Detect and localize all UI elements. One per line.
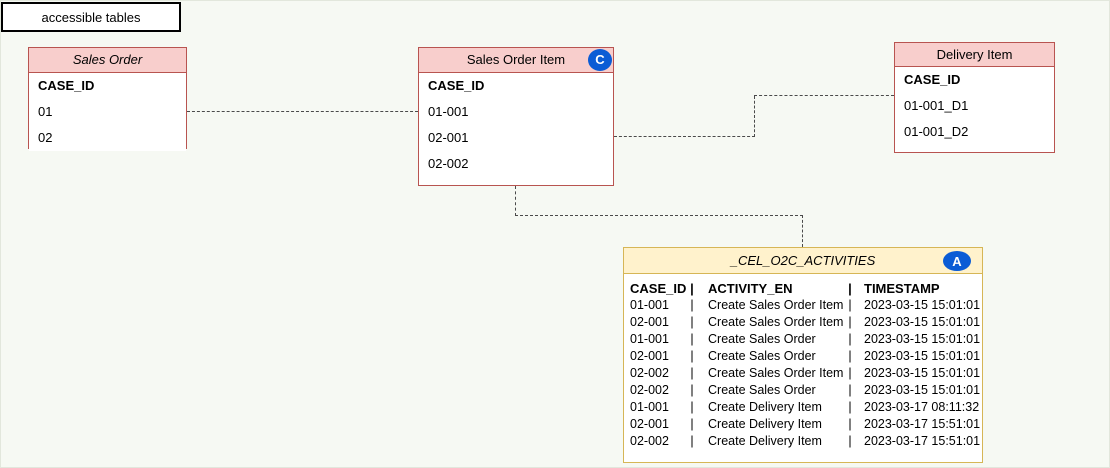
connector-salesorderitem-to-deliveryitem-seg2[interactable]	[754, 96, 755, 137]
connector-salesorderitem-to-deliveryitem-seg1[interactable]	[614, 136, 755, 137]
table-activities-title: _CEL_O2C_ACTIVITIES	[731, 253, 876, 268]
timestamp-cell: 2023-03-17 08:11:32	[854, 399, 979, 416]
accessible-tables-label-text: accessible tables	[42, 10, 141, 25]
activity-row: 02-002 | Create Sales Order Item | 2023-…	[630, 365, 982, 382]
pipe-separator: |	[846, 280, 854, 297]
table-row: 01	[29, 99, 186, 125]
activity-cell: Create Sales Order	[696, 331, 846, 348]
activities-column-header-row: CASE_ID | ACTIVITY_EN | TIMESTAMP	[630, 280, 982, 297]
table-sales-order-body: CASE_ID 01 02	[29, 73, 186, 151]
activity-row: 02-001 | Create Delivery Item | 2023-03-…	[630, 416, 982, 433]
diagram-canvas: accessible tables Sales Order CASE_ID 01…	[0, 0, 1110, 468]
table-sales-order-item[interactable]: Sales Order Item C CASE_ID 01-001 02-001…	[418, 47, 614, 186]
activity-row: 02-002 | Create Delivery Item | 2023-03-…	[630, 433, 982, 450]
activity-cell: Create Delivery Item	[696, 416, 846, 433]
connector-salesorderitem-to-deliveryitem-seg3[interactable]	[754, 95, 894, 96]
activity-cell: Create Delivery Item	[696, 433, 846, 450]
pipe-separator: |	[846, 433, 854, 450]
table-row: 01-001_D1	[895, 93, 1054, 119]
table-row: 02	[29, 125, 186, 151]
case-id-cell: 02-002	[630, 433, 688, 450]
table-delivery-item-title: Delivery Item	[895, 43, 1054, 67]
case-id-cell: 01-001	[630, 399, 688, 416]
column-header-case-id: CASE_ID	[419, 73, 613, 99]
accessible-tables-label[interactable]: accessible tables	[1, 2, 181, 32]
table-delivery-item-body: CASE_ID 01-001_D1 01-001_D2	[895, 67, 1054, 152]
activity-cell: Create Sales Order Item	[696, 314, 846, 331]
timestamp-cell: 2023-03-15 15:01:01	[854, 297, 980, 314]
connector-salesorderitem-to-activities-seg1[interactable]	[515, 186, 516, 216]
table-activities-body: CASE_ID | ACTIVITY_EN | TIMESTAMP 01-001…	[624, 274, 982, 450]
timestamp-cell: 2023-03-17 15:51:01	[854, 416, 980, 433]
pipe-separator: |	[846, 348, 854, 365]
pipe-separator: |	[688, 331, 696, 348]
column-header-timestamp: TIMESTAMP	[854, 280, 940, 297]
connector-salesorderitem-to-activities-seg3[interactable]	[802, 215, 803, 247]
pipe-separator: |	[688, 314, 696, 331]
case-id-cell: 02-001	[630, 314, 688, 331]
timestamp-cell: 2023-03-15 15:01:01	[854, 314, 980, 331]
activity-table-badge[interactable]: A	[943, 251, 971, 271]
table-row: 02-002	[419, 151, 613, 177]
column-header-activity-en: ACTIVITY_EN	[696, 280, 846, 297]
case-id-cell: 02-002	[630, 365, 688, 382]
timestamp-cell: 2023-03-15 15:01:01	[854, 365, 980, 382]
table-delivery-item[interactable]: Delivery Item CASE_ID 01-001_D1 01-001_D…	[894, 42, 1055, 153]
table-sales-order-title: Sales Order	[29, 48, 186, 73]
table-sales-order-item-title: Sales Order Item	[467, 52, 565, 67]
pipe-separator: |	[846, 297, 854, 314]
pipe-separator: |	[688, 416, 696, 433]
pipe-separator: |	[688, 297, 696, 314]
activity-row: 02-002 | Create Sales Order | 2023-03-15…	[630, 382, 982, 399]
pipe-separator: |	[846, 331, 854, 348]
connector-salesorder-to-salesorderitem[interactable]	[187, 111, 418, 112]
case-id-cell: 02-002	[630, 382, 688, 399]
timestamp-cell: 2023-03-15 15:01:01	[854, 331, 980, 348]
pipe-separator: |	[688, 399, 696, 416]
pipe-separator: |	[846, 399, 854, 416]
pipe-separator: |	[846, 416, 854, 433]
activity-row: 02-001 | Create Sales Order | 2023-03-15…	[630, 348, 982, 365]
table-sales-order-item-header: Sales Order Item C	[419, 48, 613, 73]
table-row: 01-001_D2	[895, 119, 1054, 145]
activity-row: 01-001 | Create Delivery Item | 2023-03-…	[630, 399, 982, 416]
pipe-separator: |	[688, 365, 696, 382]
connector-salesorderitem-to-activities-seg2[interactable]	[515, 215, 803, 216]
timestamp-cell: 2023-03-15 15:01:01	[854, 348, 980, 365]
table-row: 01-001	[419, 99, 613, 125]
column-header-case-id: CASE_ID	[29, 73, 186, 99]
activity-row: 02-001 | Create Sales Order Item | 2023-…	[630, 314, 982, 331]
timestamp-cell: 2023-03-15 15:01:01	[854, 382, 980, 399]
activity-cell: Create Sales Order	[696, 382, 846, 399]
case-table-badge[interactable]: C	[588, 49, 612, 71]
table-activities[interactable]: _CEL_O2C_ACTIVITIES A CASE_ID | ACTIVITY…	[623, 247, 983, 463]
pipe-separator: |	[846, 382, 854, 399]
case-id-cell: 02-001	[630, 348, 688, 365]
activity-row: 01-001 | Create Sales Order Item | 2023-…	[630, 297, 982, 314]
timestamp-cell: 2023-03-17 15:51:01	[854, 433, 980, 450]
activity-row: 01-001 | Create Sales Order | 2023-03-15…	[630, 331, 982, 348]
case-id-cell: 01-001	[630, 297, 688, 314]
activity-cell: Create Sales Order	[696, 348, 846, 365]
column-header-case-id: CASE_ID	[630, 280, 688, 297]
activity-cell: Create Sales Order Item	[696, 365, 846, 382]
activity-cell: Create Delivery Item	[696, 399, 846, 416]
pipe-separator: |	[688, 433, 696, 450]
table-row: 02-001	[419, 125, 613, 151]
pipe-separator: |	[688, 280, 696, 297]
case-id-cell: 02-001	[630, 416, 688, 433]
table-activities-header: _CEL_O2C_ACTIVITIES A	[624, 248, 982, 274]
table-sales-order-item-body: CASE_ID 01-001 02-001 02-002	[419, 73, 613, 185]
case-id-cell: 01-001	[630, 331, 688, 348]
pipe-separator: |	[688, 382, 696, 399]
column-header-case-id: CASE_ID	[895, 67, 1054, 93]
pipe-separator: |	[846, 365, 854, 382]
pipe-separator: |	[846, 314, 854, 331]
table-sales-order[interactable]: Sales Order CASE_ID 01 02	[28, 47, 187, 149]
activity-cell: Create Sales Order Item	[696, 297, 846, 314]
pipe-separator: |	[688, 348, 696, 365]
